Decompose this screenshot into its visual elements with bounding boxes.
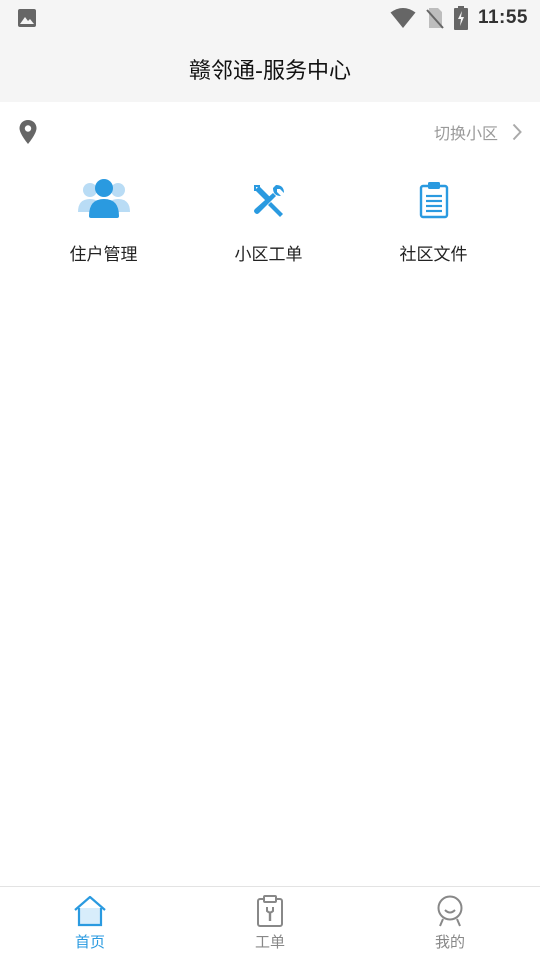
tools-icon <box>253 185 284 217</box>
tab-home-label: 首页 <box>74 933 105 951</box>
residents-icon <box>77 179 130 218</box>
location-pin-icon <box>19 120 37 144</box>
page-title: 赣邻通-服务中心 <box>189 59 351 84</box>
status-bar: 11:55 <box>0 0 540 36</box>
chevron-right-icon <box>512 123 522 141</box>
work-order-icon <box>257 895 283 927</box>
title-bar: 赣邻通-服务中心 <box>0 36 540 102</box>
no-sim-icon <box>426 8 444 29</box>
feature-grid: 住户管理 小区工单 社区文件 <box>0 172 540 272</box>
tab-profile[interactable]: 我的 <box>360 887 540 960</box>
clipboard-icon <box>419 182 448 219</box>
bottom-tab-bar: 首页 工单 我的 <box>0 886 540 960</box>
tab-home[interactable]: 首页 <box>0 887 180 960</box>
wifi-icon <box>390 8 416 28</box>
community-documents-label: 社区文件 <box>399 245 468 265</box>
tab-work-order-label: 工单 <box>254 933 285 951</box>
gallery-notification-icon <box>18 9 36 27</box>
residents-management-label: 住户管理 <box>69 245 138 265</box>
tab-work-order[interactable]: 工单 <box>180 887 360 960</box>
community-documents-item[interactable]: 社区文件 <box>351 172 516 272</box>
residents-management-item[interactable]: 住户管理 <box>21 172 186 272</box>
home-icon <box>74 895 106 927</box>
profile-icon <box>437 895 463 927</box>
work-orders-item[interactable]: 小区工单 <box>186 172 351 272</box>
switch-community-label: 切换小区 <box>433 124 498 143</box>
location-row: 切换小区 <box>0 102 540 162</box>
switch-community-button[interactable]: 切换小区 <box>434 120 522 144</box>
battery-charging-icon <box>453 6 468 30</box>
tab-profile-label: 我的 <box>434 933 465 951</box>
work-orders-label: 小区工单 <box>234 245 303 265</box>
clock: 11:55 <box>477 7 528 28</box>
